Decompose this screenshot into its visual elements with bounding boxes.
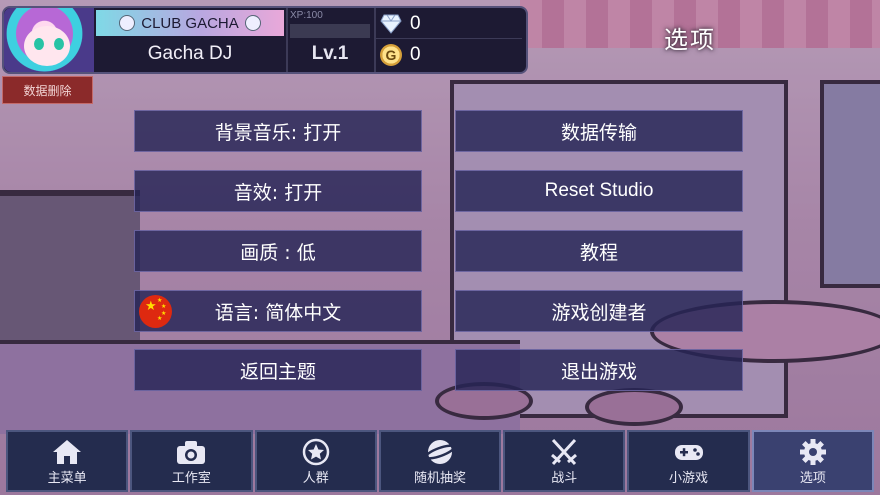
crossed-swords-icon bbox=[551, 438, 578, 466]
china-flag-icon: ★ ★ ★ ★ ★ bbox=[139, 295, 172, 328]
gem-counter: 0 bbox=[376, 10, 522, 39]
player-status-panel: CLUB GACHA Gacha DJ XP:100 Lv.1 0 G 0 bbox=[2, 6, 528, 74]
bgm-toggle-button[interactable]: 背景音乐: 打开 bbox=[134, 110, 422, 152]
player-level: Lv.1 bbox=[311, 43, 349, 64]
gear-icon bbox=[799, 439, 826, 465]
tutorial-label: 教程 bbox=[579, 241, 618, 264]
tutorial-button[interactable]: 教程 bbox=[455, 230, 743, 272]
nav-label: 主菜单 bbox=[47, 471, 87, 486]
gamepad-icon bbox=[674, 445, 703, 460]
orb-icon bbox=[119, 15, 136, 31]
bottom-nav-bar: 主菜单 工作室 人群 随机抽奖 战斗 小游戏 选项 bbox=[6, 430, 874, 492]
gold-coin-icon: G bbox=[380, 44, 402, 66]
avatar-eye bbox=[54, 38, 64, 50]
gold-counter: G 0 bbox=[376, 40, 522, 70]
nav-label: 工作室 bbox=[171, 471, 211, 486]
page-title: 选项 bbox=[664, 26, 716, 54]
delete-data-button[interactable]: 数据删除 bbox=[2, 76, 93, 104]
nav-minigames[interactable]: 小游戏 bbox=[627, 430, 750, 492]
orb-icon bbox=[244, 15, 261, 31]
nav-label: 随机抽奖 bbox=[413, 471, 466, 486]
nav-main-menu[interactable]: 主菜单 bbox=[6, 430, 129, 492]
exit-game-button[interactable]: 退出游戏 bbox=[455, 349, 743, 391]
player-avatar[interactable] bbox=[4, 8, 94, 72]
exit-game-label: 退出游戏 bbox=[560, 360, 637, 383]
sfx-toggle-label: 音效: 打开 bbox=[233, 181, 323, 204]
bgm-toggle-label: 背景音乐: 打开 bbox=[214, 121, 342, 144]
avatar-eye bbox=[34, 38, 44, 50]
diamond-icon bbox=[380, 14, 402, 34]
nav-crowd[interactable]: 人群 bbox=[254, 430, 377, 492]
nav-label: 选项 bbox=[799, 471, 826, 486]
nav-gacha[interactable]: 随机抽奖 bbox=[378, 430, 502, 492]
xp-label: XP:100 bbox=[290, 10, 323, 21]
quality-label: 画质 : 低 bbox=[240, 241, 316, 264]
return-title-button[interactable]: 返回主题 bbox=[134, 349, 422, 391]
data-transfer-button[interactable]: 数据传输 bbox=[455, 110, 743, 152]
star-icon bbox=[302, 438, 329, 466]
data-transfer-label: 数据传输 bbox=[560, 121, 637, 144]
sfx-toggle-button[interactable]: 音效: 打开 bbox=[134, 170, 422, 212]
home-icon bbox=[53, 440, 82, 464]
player-name: Gacha DJ bbox=[147, 43, 233, 64]
return-title-label: 返回主题 bbox=[239, 360, 316, 383]
reset-studio-label: Reset Studio bbox=[544, 180, 654, 201]
game-creator-button[interactable]: 游戏创建者 bbox=[455, 290, 743, 332]
language-label: 语言: 简体中文 bbox=[214, 301, 342, 324]
nav-label: 人群 bbox=[302, 471, 329, 486]
background-scene bbox=[0, 0, 880, 495]
reset-studio-button[interactable]: Reset Studio bbox=[455, 170, 743, 212]
xp-meter: XP:100 bbox=[288, 10, 372, 38]
gacha-orb-icon bbox=[424, 440, 456, 464]
background-dim-overlay bbox=[0, 0, 880, 495]
quality-button[interactable]: 画质 : 低 bbox=[134, 230, 422, 272]
club-name-banner: CLUB GACHA bbox=[96, 10, 284, 36]
gold-count: 0 bbox=[410, 44, 421, 65]
nav-studio[interactable]: 工作室 bbox=[130, 430, 253, 492]
club-name: CLUB GACHA bbox=[141, 14, 239, 32]
nav-label: 小游戏 bbox=[669, 471, 709, 486]
gem-count: 0 bbox=[410, 13, 421, 34]
nav-options[interactable]: 选项 bbox=[751, 430, 874, 492]
camera-icon bbox=[177, 441, 206, 464]
nav-label: 战斗 bbox=[551, 471, 578, 486]
language-button[interactable]: ★ ★ ★ ★ ★ 语言: 简体中文 bbox=[134, 290, 422, 332]
nav-battle[interactable]: 战斗 bbox=[503, 430, 626, 492]
game-creator-label: 游戏创建者 bbox=[551, 301, 647, 324]
xp-bar bbox=[290, 24, 370, 38]
